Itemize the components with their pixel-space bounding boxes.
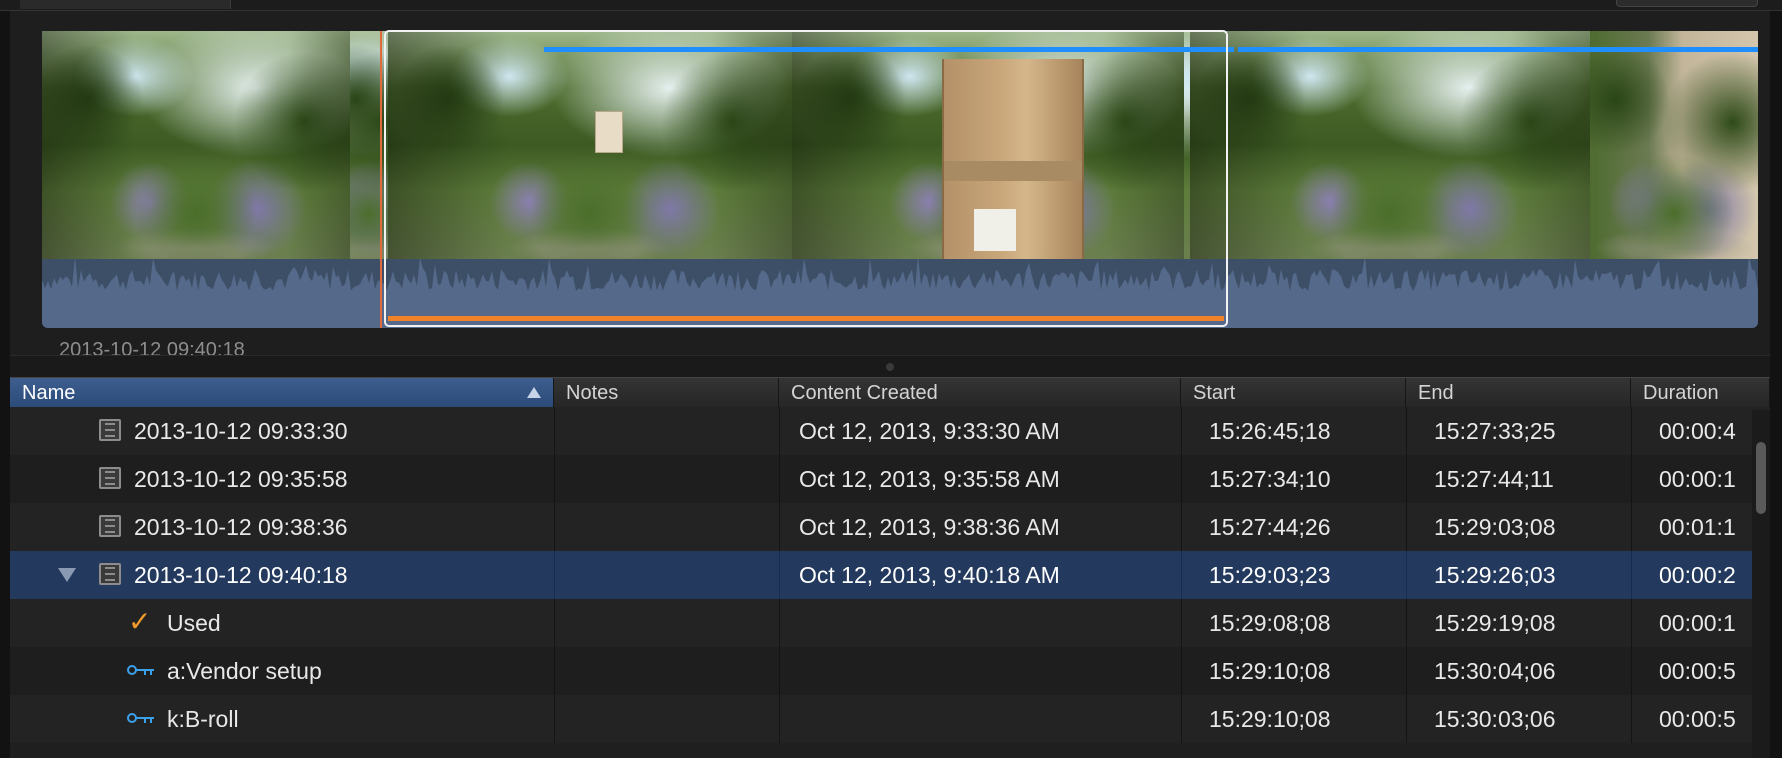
row-end: 15:29:19;08 [1434,610,1556,636]
row-start: 15:27:34;10 [1209,466,1331,492]
row-content-created: Oct 12, 2013, 9:33:30 AM [799,418,1060,444]
table-row-selected[interactable]: 2013-10-12 09:40:18 Oct 12, 2013, 9:40:1… [10,551,1770,599]
row-end: 15:29:26;03 [1434,562,1556,588]
table-row[interactable]: 2013-10-12 09:38:36 Oct 12, 2013, 9:38:3… [10,503,1770,551]
playhead[interactable] [380,31,382,328]
row-content-created: Oct 12, 2013, 9:40:18 AM [799,562,1060,588]
scrollbar-thumb[interactable] [1756,442,1766,514]
row-end: 15:27:44;11 [1434,466,1554,492]
row-end: 15:30:04;06 [1434,658,1556,684]
table-row[interactable]: a:Vendor setup 15:29:10;08 15:30:04;06 0… [10,647,1770,695]
row-content-created [799,647,1179,695]
row-notes [564,503,769,551]
row-name: k:B-roll [167,706,239,732]
toolbar-button[interactable] [1616,0,1758,7]
top-toolbar [0,0,1782,11]
row-name: Used [167,610,221,636]
row-end: 15:30:03;06 [1434,706,1556,732]
row-name: 2013-10-12 09:38:36 [134,514,348,540]
thumbnail-6 [1590,31,1758,259]
row-start: 15:27:44;26 [1209,514,1331,540]
table-row[interactable]: 2013-10-12 09:35:58 Oct 12, 2013, 9:35:5… [10,455,1770,503]
clip-list: Name Notes Content Created Start End Dur… [10,377,1770,758]
vertical-scrollbar[interactable] [1752,410,1770,758]
range-selection[interactable] [384,30,1228,327]
row-notes [564,407,769,455]
clip-icon [99,419,121,441]
row-name: 2013-10-12 09:40:18 [134,562,348,588]
filmstrip-viewer: 2013-10-12 09:40:18 [10,11,1770,361]
row-notes [564,695,769,743]
column-header-end[interactable]: End [1406,378,1631,408]
row-duration: 00:00:5 [1659,706,1736,732]
column-header-notes[interactable]: Notes [554,378,779,408]
row-duration: 00:00:5 [1659,658,1736,684]
used-checkmark-icon: ✓ [128,606,152,637]
row-notes [564,455,769,503]
keyword-key-icon [127,713,154,723]
clip-icon [99,563,121,585]
column-header-duration[interactable]: Duration [1631,378,1770,408]
row-start: 15:29:08;08 [1209,610,1331,636]
row-name: 2013-10-12 09:35:58 [134,466,348,492]
keyword-key-icon [127,665,154,675]
clip-filmstrip[interactable] [42,30,1758,328]
row-duration: 00:00:1 [1659,610,1736,636]
row-end: 15:29:03;08 [1434,514,1556,540]
row-name: a:Vendor setup [167,658,322,684]
disclosure-triangle-icon[interactable] [58,568,76,582]
row-duration: 00:00:2 [1659,562,1736,588]
row-start: 15:29:03;23 [1209,562,1331,588]
row-notes [564,599,769,647]
clip-icon [99,515,121,537]
row-content-created [799,599,1179,647]
column-header-content-created[interactable]: Content Created [779,378,1181,408]
table-row[interactable]: 2013-10-12 09:33:30 Oct 12, 2013, 9:33:3… [10,407,1770,455]
row-name: 2013-10-12 09:33:30 [134,418,348,444]
thumbnail-1 [42,31,350,259]
row-duration: 00:00:4 [1659,418,1736,444]
column-header-name[interactable]: Name [10,378,554,408]
row-content-created: Oct 12, 2013, 9:38:36 AM [799,514,1060,540]
toolbar-tab[interactable] [20,0,231,9]
row-content-created [799,695,1179,743]
list-header: Name Notes Content Created Start End Dur… [10,377,1770,409]
row-notes [564,551,769,599]
keyword-range-bar[interactable] [1238,47,1758,52]
table-row[interactable]: k:B-roll 15:29:10;08 15:30:03;06 00:00:5 [10,695,1770,743]
row-start: 15:26:45;18 [1209,418,1331,444]
table-row[interactable]: ✓ Used 15:29:08;08 15:29:19;08 00:00:1 [10,599,1770,647]
column-header-start[interactable]: Start [1181,378,1406,408]
row-content-created: Oct 12, 2013, 9:35:58 AM [799,466,1060,492]
row-duration: 00:00:1 [1659,466,1736,492]
pane-divider[interactable] [10,355,1770,378]
row-start: 15:29:10;08 [1209,706,1331,732]
thumbnail-2 [350,31,388,259]
clip-icon [99,467,121,489]
row-notes [564,647,769,695]
thumbnail-5 [1190,31,1590,259]
divider-grip-icon[interactable] [886,363,894,371]
row-end: 15:27:33;25 [1434,418,1556,444]
row-start: 15:29:10;08 [1209,658,1331,684]
row-duration: 00:01:1 [1659,514,1736,540]
sort-ascending-icon [527,387,541,398]
